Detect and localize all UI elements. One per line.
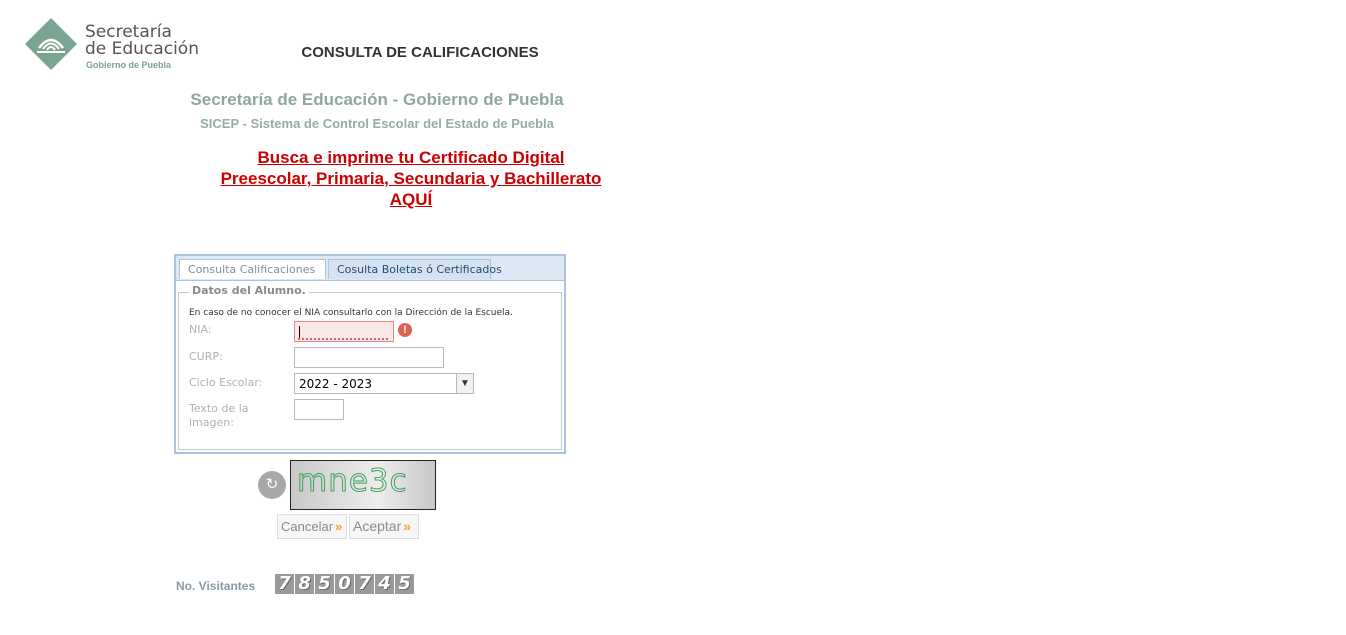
logo-line3: Gobierno de Puebla xyxy=(86,60,172,70)
captcha-text-input[interactable] xyxy=(294,399,344,420)
refresh-icon[interactable]: ↻ xyxy=(258,471,286,499)
counter-digit: 0 xyxy=(335,574,354,594)
visitor-counter: 7 8 5 0 7 4 5 xyxy=(275,574,414,594)
counter-digit: 5 xyxy=(315,574,334,594)
datos-alumno-fieldset: Datos del Alumno. En caso de no conocer … xyxy=(178,284,562,450)
chevron-down-icon[interactable]: ▼ xyxy=(456,374,473,393)
education-logo-icon xyxy=(25,18,77,70)
counter-digit: 5 xyxy=(395,574,414,594)
logo-line2: de Educación xyxy=(85,39,199,59)
curp-label: CURP: xyxy=(189,350,223,363)
tab-consulta-calificaciones[interactable]: Consulta Calificaciones xyxy=(179,259,326,279)
page-title: CONSULTA DE CALIFICACIONES xyxy=(301,44,539,61)
curp-input[interactable] xyxy=(294,347,444,368)
cancel-button[interactable]: Cancelar» xyxy=(277,514,347,539)
fieldset-legend: Datos del Alumno. xyxy=(189,284,309,297)
captcha-text: mne3c xyxy=(297,463,408,500)
accept-label: Aceptar xyxy=(353,518,402,534)
promo-link-aqui[interactable]: AQUÍ xyxy=(196,189,626,210)
counter-digit: 7 xyxy=(355,574,374,594)
nia-label: NIA: xyxy=(189,323,212,336)
promo-link-line1[interactable]: Busca e imprime tu Certificado Digital xyxy=(196,147,626,168)
validation-underline xyxy=(298,338,390,340)
promo-link-line2[interactable]: Preescolar, Primaria, Secundaria y Bachi… xyxy=(196,168,626,189)
counter-digit: 7 xyxy=(275,574,294,594)
education-logo: Secretaría de Educación Gobierno de Pueb… xyxy=(25,16,200,74)
nia-hint: En caso de no conocer el NIA consultarlo… xyxy=(189,308,513,318)
tab-bar: Consulta Calificaciones Cosulta Boletas … xyxy=(176,256,564,281)
consulta-panel: Consulta Calificaciones Cosulta Boletas … xyxy=(174,254,566,454)
counter-digit: 4 xyxy=(375,574,394,594)
chevron-right-icon: » xyxy=(403,518,412,534)
chevron-right-icon: » xyxy=(335,519,343,534)
counter-digit: 8 xyxy=(295,574,314,594)
error-exclamation-icon: ! xyxy=(398,323,412,337)
visitors-label: No. Visitantes xyxy=(176,579,256,593)
nia-input[interactable] xyxy=(294,321,394,342)
org-subtitle: SICEP - Sistema de Control Escolar del E… xyxy=(200,116,554,131)
texto-imagen-label: Texto de la imagen: xyxy=(189,402,249,429)
tab-consulta-boletas[interactable]: Cosulta Boletas ó Certificados xyxy=(328,259,502,279)
captcha-image: mne3c xyxy=(290,460,436,510)
org-title: Secretaría de Educación - Gobierno de Pu… xyxy=(190,90,564,109)
accept-button[interactable]: Aceptar» xyxy=(349,514,419,539)
ciclo-escolar-select[interactable]: 2022 - 2023 ▼ xyxy=(294,373,474,394)
cancel-label: Cancelar xyxy=(281,519,334,534)
ciclo-selected-value: 2022 - 2023 xyxy=(299,377,373,391)
ciclo-label: Ciclo Escolar: xyxy=(189,376,263,389)
